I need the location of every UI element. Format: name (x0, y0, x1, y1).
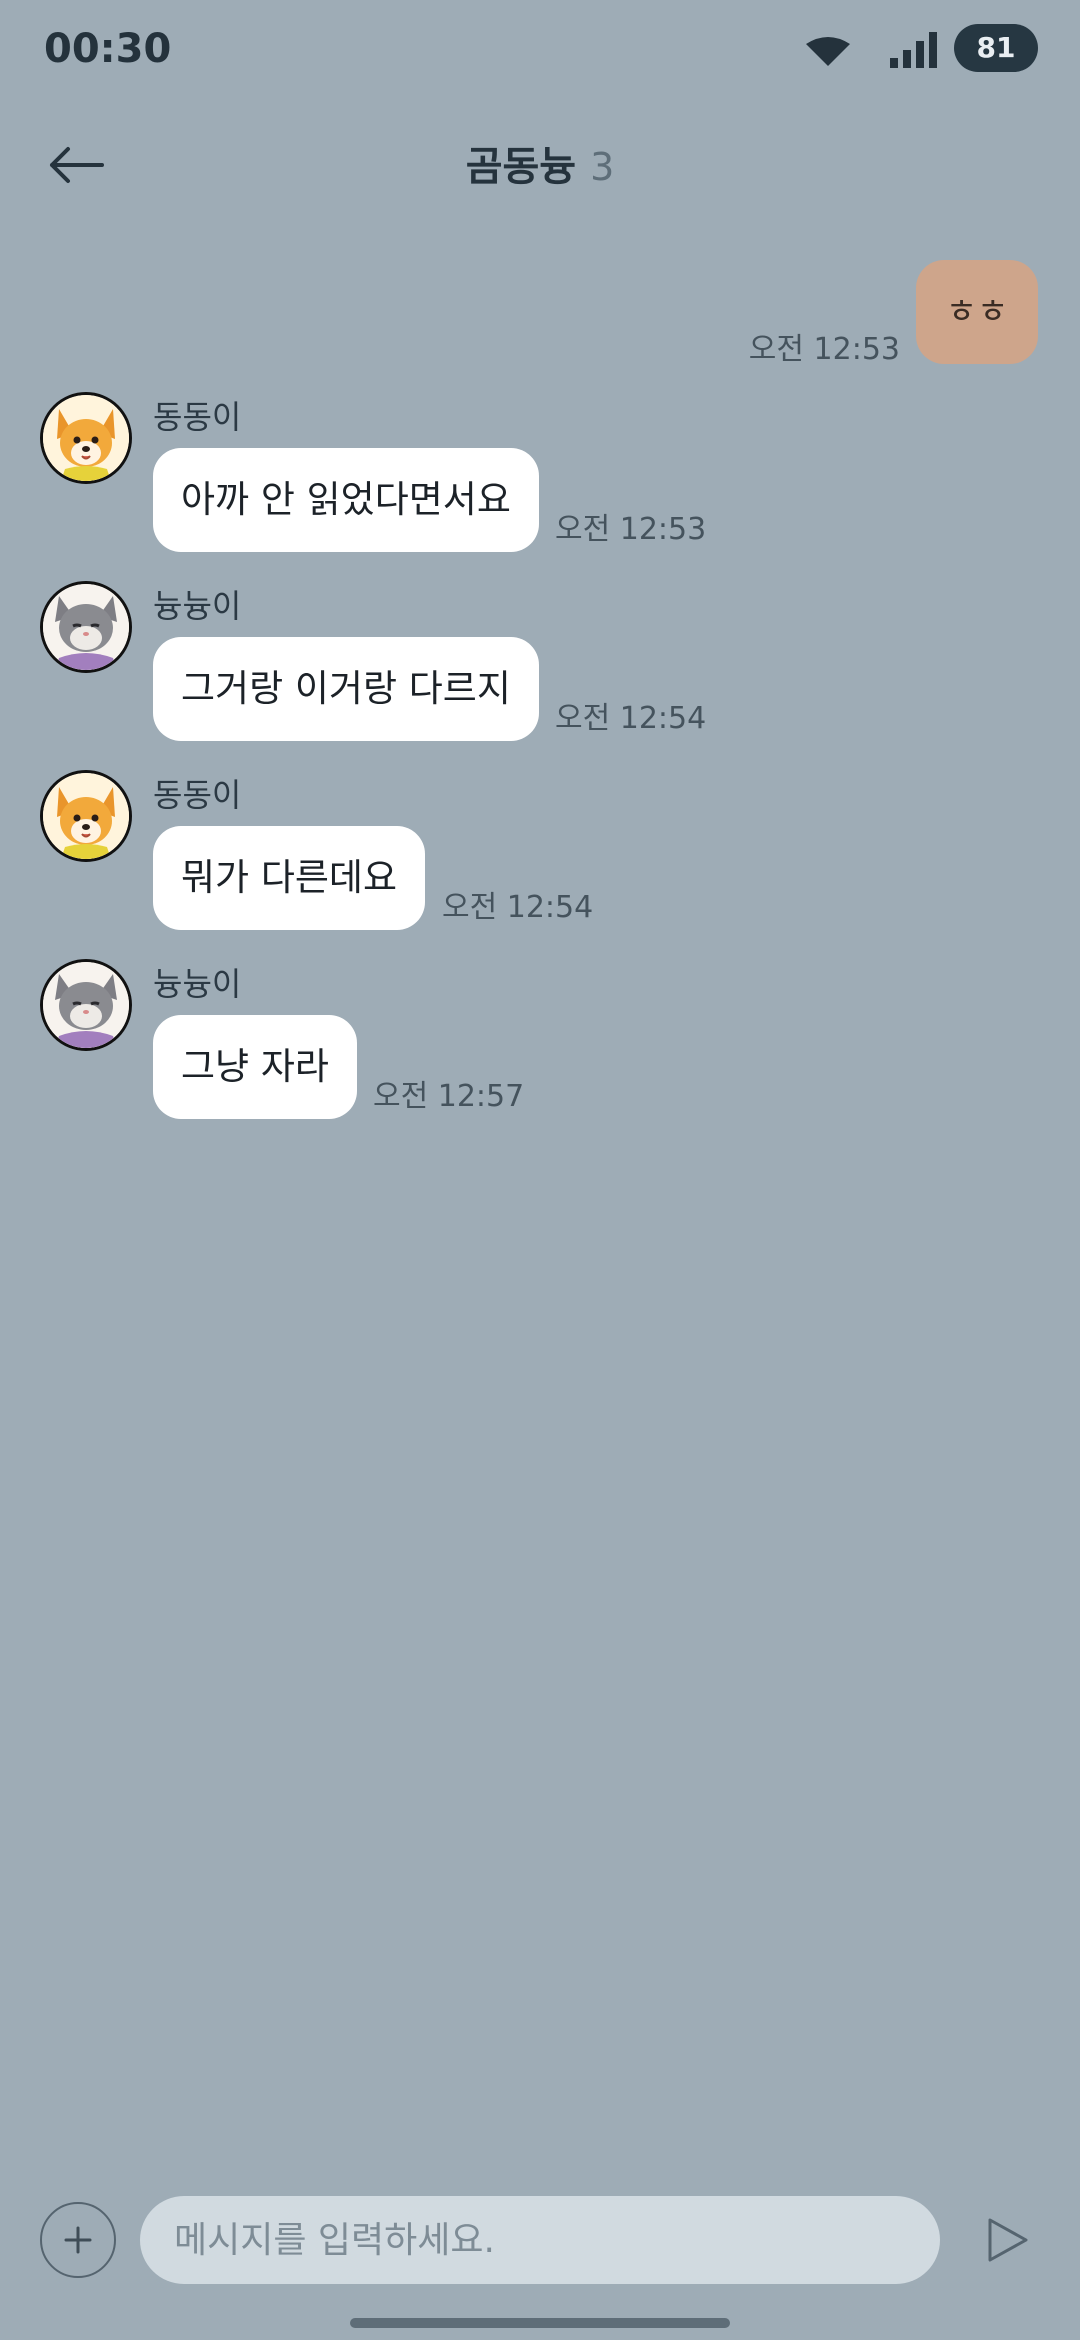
chat-room-title: 곰동늉 (465, 144, 577, 190)
incoming-message-bubble[interactable]: 아까 안 읽었다면서요 (153, 448, 539, 552)
message-time: 오전 12:53 (748, 332, 900, 367)
attach-button[interactable] (40, 2202, 116, 2278)
message-input-bar (0, 2190, 1080, 2290)
message-time: 오전 12:54 (442, 890, 594, 925)
message-time: 오전 12:54 (555, 701, 707, 736)
chat-header: 곰동늉 3 (0, 120, 1080, 210)
battery-badge: 81 (954, 24, 1038, 72)
incoming-message: 동동이 뭐가 다른데요 오전 12:54 (0, 770, 1080, 960)
sender-name: 늉늉이 (153, 587, 242, 625)
incoming-message-bubble[interactable]: 뭐가 다른데요 (153, 826, 425, 930)
sender-name: 동동이 (153, 776, 242, 814)
wifi-icon (806, 37, 850, 66)
incoming-message-bubble[interactable]: 그냥 자라 (153, 1015, 357, 1119)
status-time: 00:30 (44, 26, 172, 72)
incoming-message: 늉늉이 그냥 자라 오전 12:57 (0, 959, 1080, 1149)
header-title-group: 곰동늉 3 (0, 134, 1080, 192)
incoming-message-bubble[interactable]: 그거랑 이거랑 다르지 (153, 637, 539, 741)
sender-name: 동동이 (153, 398, 242, 436)
message-time: 오전 12:53 (555, 512, 707, 547)
status-bar: 00:30 81 (0, 0, 1080, 100)
signal-icon (890, 32, 937, 68)
outgoing-message: 오전 12:53 ㅎㅎ (738, 260, 1038, 367)
message-time: 오전 12:57 (373, 1079, 525, 1114)
member-count: 3 (590, 145, 615, 189)
dog-avatar[interactable] (40, 392, 132, 484)
status-icons: 81 (778, 24, 1038, 74)
sender-name: 늉늉이 (153, 965, 242, 1003)
outgoing-message-bubble[interactable]: ㅎㅎ (916, 260, 1038, 364)
plus-icon (64, 2226, 92, 2254)
cat-avatar[interactable] (40, 959, 132, 1051)
cat-avatar[interactable] (40, 581, 132, 673)
send-icon (988, 2218, 1028, 2262)
message-input[interactable] (140, 2196, 940, 2284)
send-button[interactable] (976, 2210, 1036, 2270)
incoming-message: 늉늉이 그거랑 이거랑 다르지 오전 12:54 (0, 581, 1080, 771)
home-indicator (350, 2318, 730, 2328)
dog-avatar[interactable] (40, 770, 132, 862)
incoming-message: 동동이 아까 안 읽었다면서요 오전 12:53 (0, 392, 1080, 582)
